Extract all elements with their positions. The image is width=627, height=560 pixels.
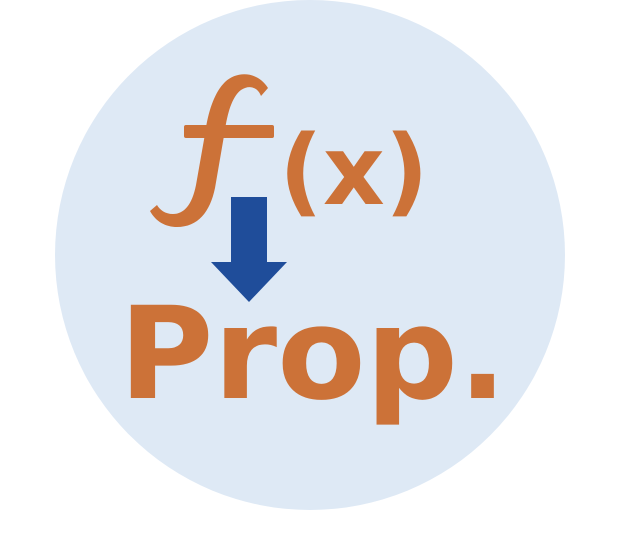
function-args: (x) (279, 115, 429, 227)
function-f-crossbar (184, 125, 274, 138)
background-circle (55, 0, 565, 510)
prop-label: Prop. (119, 280, 507, 429)
logo-graphic: (x) Prop. (55, 0, 565, 510)
